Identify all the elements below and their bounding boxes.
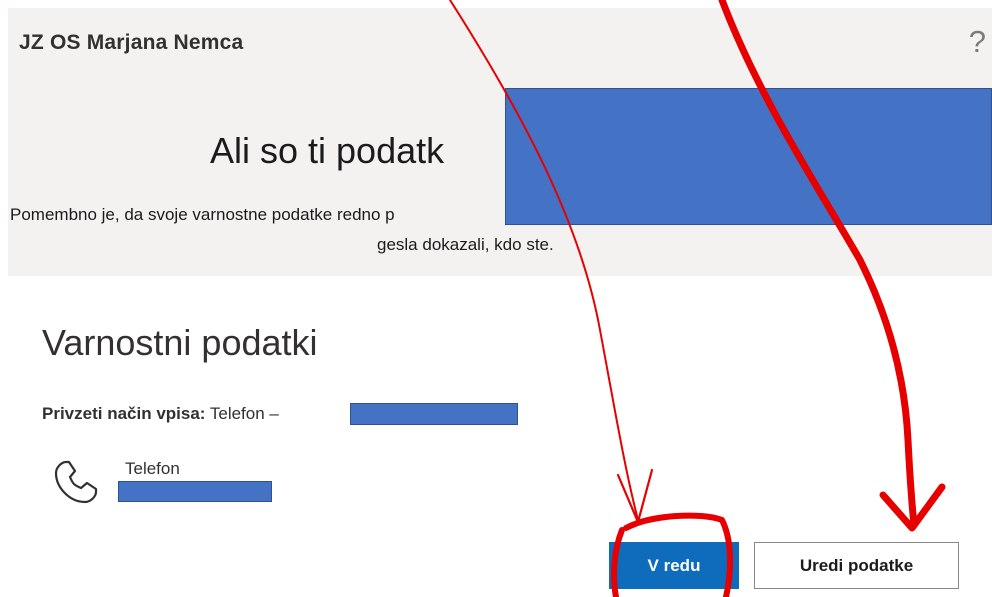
- header-bar: JZ OS Marjana Nemca ?: [8, 8, 992, 76]
- organization-name: JZ OS Marjana Nemca: [19, 31, 244, 54]
- ok-button[interactable]: V redu: [609, 542, 739, 589]
- banner-description-line-1: Pomembno je, da svoje varnostne podatke …: [10, 205, 395, 224]
- method-name: Telefon: [125, 459, 180, 478]
- default-sign-in-method: Privzeti način vpisa: Telefon –: [42, 404, 279, 424]
- default-method-value: Telefon –: [209, 404, 279, 423]
- banner-description-line-2: gesla dokazali, kdo ste.: [377, 235, 554, 254]
- phone-icon: [54, 460, 98, 504]
- security-info-page: JZ OS Marjana Nemca ? Ali so ti podatk P…: [0, 0, 992, 597]
- redaction-block: [505, 88, 992, 225]
- section-title: Varnostni podatki: [42, 322, 318, 363]
- edit-info-button[interactable]: Uredi podatke: [754, 542, 959, 589]
- redaction-block: [350, 403, 518, 425]
- help-icon[interactable]: ?: [969, 24, 986, 60]
- annotation-arrowhead-ok: [616, 468, 654, 524]
- default-method-label: Privzeti način vpisa:: [42, 404, 206, 423]
- redaction-block: [118, 481, 272, 502]
- banner-title: Ali so ti podatk: [210, 130, 445, 171]
- annotation-arrowhead-edit: [879, 483, 946, 532]
